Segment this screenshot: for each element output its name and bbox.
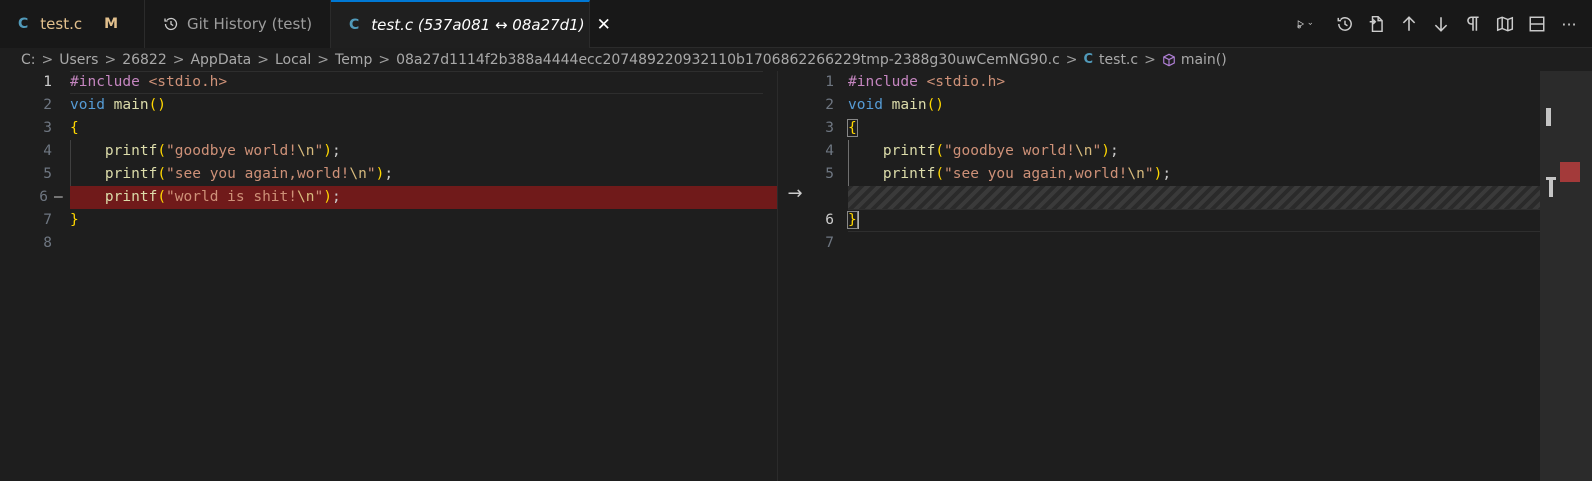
close-icon[interactable]: ✕ xyxy=(597,15,611,35)
code-text: { xyxy=(70,120,79,136)
breadcrumb-item[interactable]: Local xyxy=(275,52,311,68)
breadcrumb-item[interactable]: Temp xyxy=(335,52,372,68)
code-line: 3 { xyxy=(0,117,777,140)
line-number: 2 xyxy=(825,97,834,113)
chevron-right-icon: > xyxy=(1065,51,1078,68)
tab-label: test.c (537a081 ↔ 08a27d1) xyxy=(371,16,585,34)
line-number: 5 xyxy=(43,166,52,182)
chevron-right-icon: > xyxy=(104,51,117,68)
line-number: 1 xyxy=(825,74,834,90)
chevron-right-icon: > xyxy=(317,51,330,68)
deleted-lines-placeholder xyxy=(848,186,1540,209)
split-editor-icon[interactable] xyxy=(1528,15,1546,33)
text-cursor xyxy=(856,211,859,229)
code-line: 7 } xyxy=(0,209,777,232)
breadcrumb-item[interactable]: 26822 xyxy=(122,52,167,68)
scroll-slider[interactable] xyxy=(1546,108,1551,126)
code-line: 5 printf("see you again,world!\n"); xyxy=(778,163,1540,186)
cube-icon xyxy=(1162,53,1176,67)
more-icon[interactable]: ··· xyxy=(1560,15,1578,34)
code-line: 1 #include <stdio.h> xyxy=(778,71,1540,94)
code-line: 6 } xyxy=(778,209,1541,232)
breadcrumb-item[interactable]: AppData xyxy=(190,52,251,68)
code-line: 5 printf("see you again,world!\n"); xyxy=(0,163,777,186)
history-icon xyxy=(163,16,179,32)
original-editor[interactable]: 1 #include <stdio.h> 2 void main() 3 { 4… xyxy=(0,71,777,481)
history-icon[interactable] xyxy=(1336,15,1354,33)
c-file-icon: C xyxy=(18,16,29,32)
code-text: void main() xyxy=(848,97,945,113)
removed-line-marker: — xyxy=(54,189,63,205)
line-number: 7 xyxy=(825,235,834,251)
code-text: printf("world is shit!\n"); xyxy=(70,189,341,205)
breadcrumb-item[interactable]: C: xyxy=(21,52,36,68)
code-text: printf("goodbye world!\n"); xyxy=(70,143,341,159)
code-line: 3 { xyxy=(778,117,1540,140)
chevron-right-icon: > xyxy=(378,51,391,68)
code-line: 4 printf("goodbye world!\n"); xyxy=(0,140,777,163)
breadcrumb-symbol[interactable]: main() xyxy=(1181,52,1227,68)
code-line: 1 #include <stdio.h> xyxy=(0,71,777,94)
tab-test-c[interactable]: C test.c M xyxy=(0,0,145,48)
current-line-highlight xyxy=(848,209,1541,232)
diff-placeholder-line xyxy=(778,186,1540,209)
run-debug-icon[interactable] xyxy=(1288,15,1322,33)
removed-change-marker xyxy=(1560,162,1580,182)
code-text: } xyxy=(70,212,79,228)
c-file-icon: C xyxy=(1083,52,1094,67)
line-number: 3 xyxy=(825,120,834,136)
c-file-icon: C xyxy=(349,17,360,33)
code-text: { xyxy=(847,119,858,137)
code-text: } xyxy=(847,211,859,229)
open-file-icon[interactable] xyxy=(1368,15,1386,33)
breadcrumb-file[interactable]: test.c xyxy=(1099,52,1138,68)
breadcrumb-item[interactable]: Users xyxy=(59,52,98,68)
chevron-right-icon: > xyxy=(41,51,54,68)
removed-code-line: 6 — printf("world is shit!\n"); xyxy=(0,186,777,209)
cursor-position-marker xyxy=(1546,177,1556,197)
code-line: 2 void main() xyxy=(778,94,1540,117)
line-number: 6 xyxy=(825,212,834,228)
code-text: printf("goodbye world!\n"); xyxy=(848,143,1119,159)
breadcrumb: C: > Users > 26822 > AppData > Local > T… xyxy=(0,48,1592,71)
tab-git-history[interactable]: Git History (test) xyxy=(145,0,331,48)
tab-label: test.c xyxy=(40,15,83,33)
breadcrumb-item[interactable]: 08a27d1114f2b388a4444ecc207489220932110b… xyxy=(396,52,1060,68)
line-number: 8 xyxy=(43,235,52,251)
tab-test-c-diff[interactable]: C test.c (537a081 ↔ 08a27d1) ✕ xyxy=(331,0,611,48)
arrow-down-icon[interactable] xyxy=(1432,15,1450,33)
arrow-up-icon[interactable] xyxy=(1400,15,1418,33)
line-number: 1 xyxy=(43,74,52,90)
code-line: 4 printf("goodbye world!\n"); xyxy=(778,140,1540,163)
editor-toolbar: ··· xyxy=(1288,0,1578,48)
line-number: 6 xyxy=(39,189,48,205)
book-icon[interactable] xyxy=(1496,15,1514,33)
modified-editor[interactable]: 1 #include <stdio.h> 2 void main() 3 { 4… xyxy=(778,71,1541,481)
chevron-right-icon: > xyxy=(257,51,269,68)
code-text: printf("see you again,world!\n"); xyxy=(848,166,1172,182)
code-line: 8 xyxy=(0,232,777,255)
code-text: void main() xyxy=(70,97,167,113)
code-text: #include <stdio.h> xyxy=(848,74,1006,90)
line-number: 3 xyxy=(43,120,52,136)
line-number: 4 xyxy=(825,143,834,159)
code-line: 7 xyxy=(778,232,1540,255)
pilcrow-icon[interactable] xyxy=(1464,15,1482,33)
line-number: 4 xyxy=(43,143,52,159)
line-number: 2 xyxy=(43,97,52,113)
modified-badge: M xyxy=(104,16,119,32)
line-number: 7 xyxy=(43,212,52,228)
chevron-right-icon: > xyxy=(1144,51,1156,68)
code-text: #include <stdio.h> xyxy=(70,74,228,90)
tab-label: Git History (test) xyxy=(187,15,313,33)
code-line: 2 void main() xyxy=(0,94,777,117)
chevron-right-icon: > xyxy=(172,51,185,68)
tab-bar: C test.c M Git History (test) C test.c (… xyxy=(0,0,1592,48)
overview-ruler[interactable] xyxy=(1540,71,1592,481)
line-number: 5 xyxy=(825,166,834,182)
code-text: printf("see you again,world!\n"); xyxy=(70,166,394,182)
